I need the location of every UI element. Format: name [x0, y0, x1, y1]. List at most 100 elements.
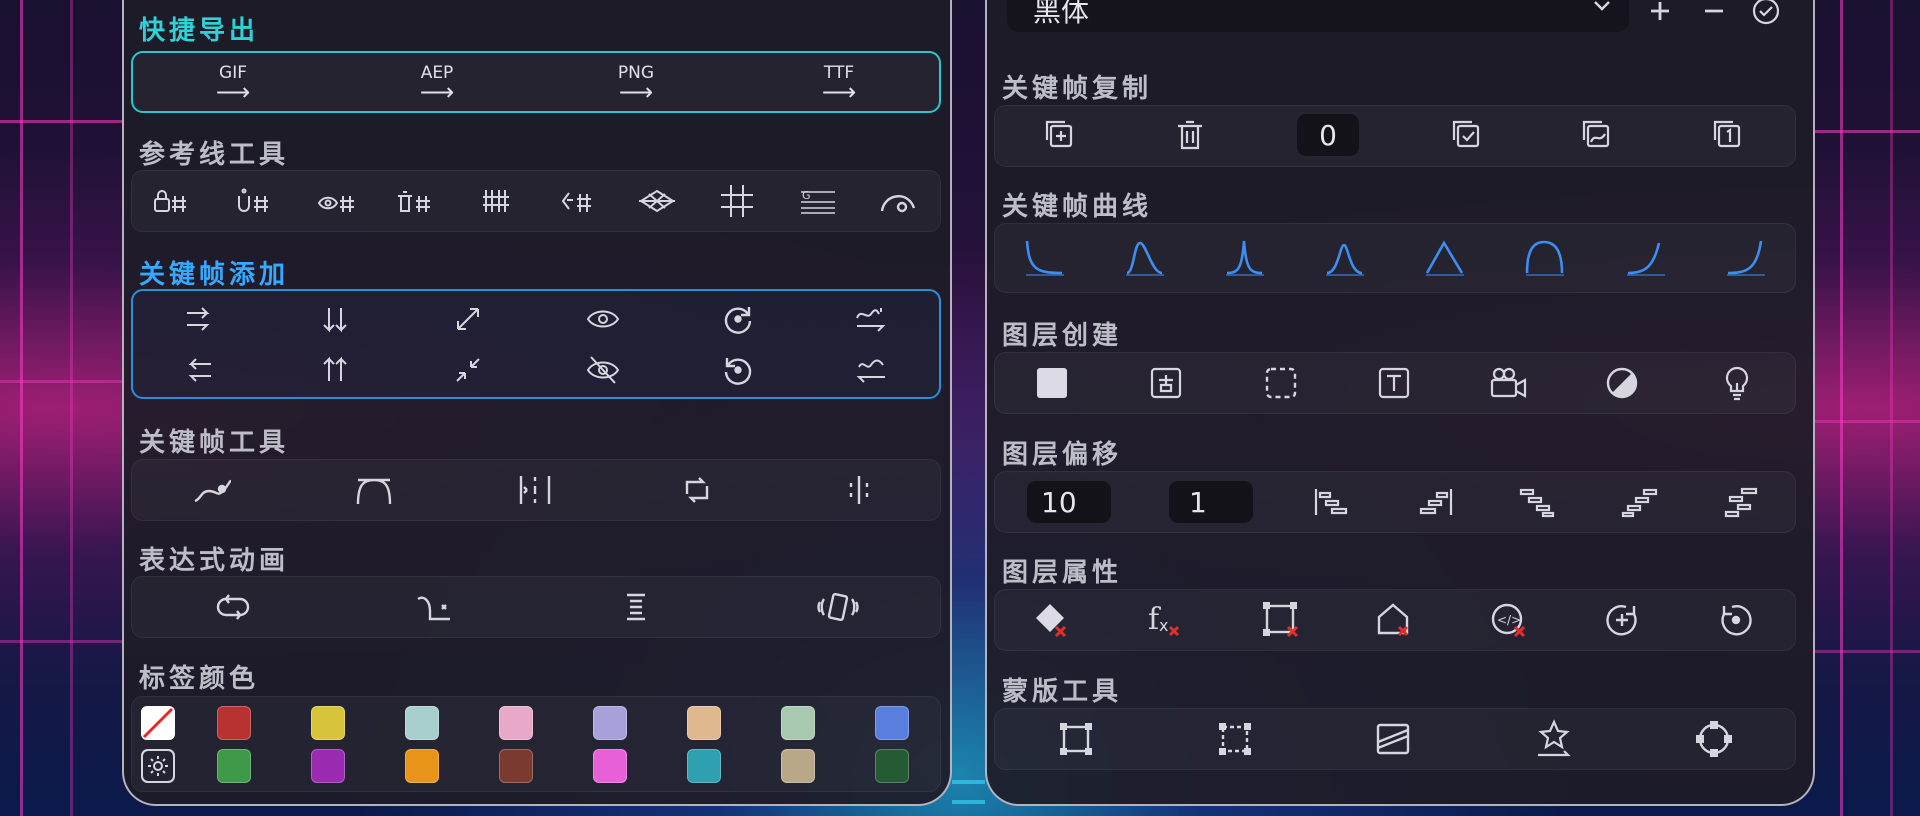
- check-circle-icon[interactable]: [1751, 0, 1781, 26]
- label-color-swatch[interactable]: [499, 706, 533, 740]
- label-color-swatch[interactable]: [687, 749, 721, 783]
- label-color-swatch[interactable]: [311, 749, 345, 783]
- expression-anim-title: 表达式动画: [139, 546, 290, 576]
- export-gif-button[interactable]: GIF ⟶: [216, 63, 250, 104]
- curve-preset-icon[interactable]: [1224, 239, 1266, 277]
- offset-stagger-left-icon[interactable]: [1620, 485, 1660, 519]
- position-keyframe-icon[interactable]: [181, 304, 217, 334]
- wiggle-expression-icon[interactable]: [816, 590, 860, 624]
- label-color-swatch[interactable]: [405, 706, 439, 740]
- keyframe-split-icon[interactable]: [515, 473, 555, 507]
- scale-keyframe-icon[interactable]: [453, 304, 483, 334]
- remove-code-icon[interactable]: </>: [1489, 601, 1529, 639]
- mask-rect-dotted-icon[interactable]: [1216, 720, 1254, 758]
- delete-guides-icon[interactable]: [395, 186, 433, 216]
- bounce-expression-icon[interactable]: [414, 591, 454, 623]
- scale-down-keyframe-icon[interactable]: [453, 355, 483, 385]
- mask-star-icon[interactable]: [1534, 719, 1574, 759]
- keyframe-tools-title: 关键帧工具: [139, 428, 290, 458]
- curve-preset-icon[interactable]: [1124, 239, 1166, 277]
- arrow-right-icon: ⟶: [821, 78, 857, 106]
- text-layer-icon[interactable]: [1377, 366, 1411, 400]
- anchor-keyframe-icon[interactable]: [317, 304, 353, 334]
- export-png-button[interactable]: PNG ⟶: [618, 63, 654, 104]
- label-color-none-icon[interactable]: [141, 706, 175, 740]
- label-color-settings-icon[interactable]: [141, 749, 175, 783]
- paste-curve-icon[interactable]: [1580, 118, 1614, 152]
- rotation-reverse-keyframe-icon[interactable]: [722, 354, 754, 386]
- solid-layer-icon[interactable]: [1037, 368, 1067, 398]
- text-expression-icon[interactable]: [621, 591, 651, 623]
- offset-stack-up-icon[interactable]: [1415, 485, 1455, 519]
- lock-guides-icon[interactable]: [153, 186, 191, 216]
- grid-icon[interactable]: [719, 183, 755, 219]
- arc-guide-icon[interactable]: [878, 186, 918, 216]
- offset-stack-down-icon[interactable]: [1312, 485, 1352, 519]
- curve-preset-icon[interactable]: [1024, 239, 1066, 277]
- offset-frames-input[interactable]: 10: [1027, 481, 1111, 523]
- label-color-swatch[interactable]: [593, 749, 627, 783]
- baseline-guide-icon[interactable]: G: [799, 186, 837, 216]
- minus-icon[interactable]: [1702, 0, 1726, 23]
- copy-keyframe-icon[interactable]: [1043, 118, 1077, 152]
- plus-icon[interactable]: [1648, 0, 1672, 23]
- label-color-swatch[interactable]: [781, 706, 815, 740]
- label-color-swatch[interactable]: [217, 749, 251, 783]
- keyframe-count-input[interactable]: 0: [1297, 114, 1359, 156]
- smooth-keyframe-icon[interactable]: [192, 475, 234, 505]
- anchor-keyframe-reverse-icon[interactable]: [317, 355, 353, 385]
- delete-keyframe-icon[interactable]: [1175, 118, 1205, 152]
- export-ttf-button[interactable]: TTF ⟶: [821, 63, 857, 106]
- keyframe-loop-icon[interactable]: [679, 474, 715, 506]
- light-layer-icon[interactable]: [1722, 365, 1752, 401]
- add-rotation-icon[interactable]: [1604, 602, 1640, 638]
- rotation-keyframe-icon[interactable]: [722, 303, 754, 335]
- label-color-swatch[interactable]: [687, 706, 721, 740]
- show-guides-icon[interactable]: [317, 186, 357, 216]
- ease-curve-icon[interactable]: [353, 474, 395, 506]
- position-keyframe-reverse-icon[interactable]: [181, 355, 217, 385]
- remove-keyframes-icon[interactable]: [1032, 601, 1072, 639]
- mask-feather-icon[interactable]: [1374, 720, 1412, 758]
- curve-preset-icon[interactable]: [1424, 239, 1466, 277]
- code-guides-icon[interactable]: [559, 186, 595, 216]
- offset-step-input[interactable]: 1: [1169, 481, 1253, 523]
- keyframe-distribute-icon[interactable]: [841, 473, 877, 507]
- paste-keyframe-icon[interactable]: [1450, 118, 1484, 152]
- shape-layer-icon[interactable]: [1264, 366, 1298, 400]
- offset-stagger-right-icon[interactable]: [1517, 485, 1557, 519]
- remove-masks-icon[interactable]: [1261, 601, 1301, 639]
- remove-expressions-icon[interactable]: fx: [1145, 601, 1185, 639]
- hide-keyframe-icon[interactable]: [585, 354, 621, 386]
- label-color-swatch[interactable]: [311, 706, 345, 740]
- diamond-guides-icon[interactable]: [637, 186, 677, 216]
- label-color-swatch[interactable]: [875, 706, 909, 740]
- mask-ellipse-icon[interactable]: [1694, 719, 1734, 759]
- label-color-swatch[interactable]: [781, 749, 815, 783]
- null-layer-icon[interactable]: [1149, 366, 1183, 400]
- label-color-swatch[interactable]: [875, 749, 909, 783]
- export-aep-button[interactable]: AEP ⟶: [420, 63, 454, 104]
- label-color-swatch[interactable]: [217, 706, 251, 740]
- path-reverse-keyframe-icon[interactable]: [853, 355, 889, 385]
- label-color-swatch[interactable]: [499, 749, 533, 783]
- reset-rotation-icon[interactable]: [1718, 602, 1754, 638]
- curve-preset-icon[interactable]: [1625, 239, 1667, 277]
- adjustment-layer-icon[interactable]: [1605, 366, 1639, 400]
- opacity-keyframe-icon[interactable]: [585, 304, 621, 334]
- curve-preset-icon[interactable]: [1324, 239, 1366, 277]
- curve-preset-icon[interactable]: [1725, 239, 1767, 277]
- label-color-swatch[interactable]: [405, 749, 439, 783]
- mask-rect-icon[interactable]: [1057, 720, 1095, 758]
- path-keyframe-icon[interactable]: [853, 304, 889, 334]
- offset-random-icon[interactable]: [1722, 485, 1762, 519]
- unlock-guides-icon[interactable]: [235, 186, 273, 216]
- label-color-swatch[interactable]: [593, 706, 627, 740]
- paste-once-icon[interactable]: [1711, 118, 1745, 152]
- remove-effects-icon[interactable]: [1374, 601, 1414, 639]
- loop-expression-icon[interactable]: [214, 591, 252, 623]
- font-select[interactable]: 黑体: [1007, 0, 1629, 32]
- camera-layer-icon[interactable]: [1489, 366, 1529, 400]
- curve-preset-icon[interactable]: [1524, 239, 1566, 277]
- guides-grid-icon[interactable]: [481, 186, 511, 216]
